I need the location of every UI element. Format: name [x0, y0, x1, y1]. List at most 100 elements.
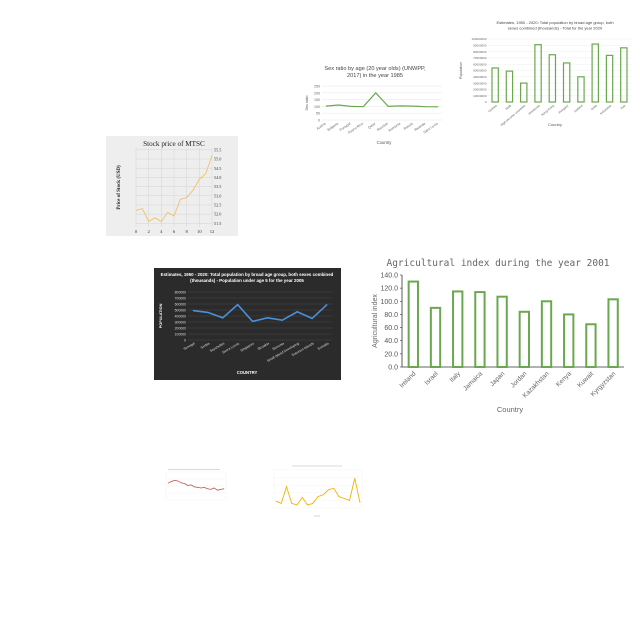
bar	[607, 298, 619, 368]
small-yellow-chart-svg	[273, 465, 363, 517]
y-tick-label: 80000000	[473, 50, 487, 54]
data-point	[211, 155, 213, 156]
data-point	[375, 92, 377, 94]
data-point	[349, 500, 350, 501]
data-point	[296, 311, 298, 313]
data-point	[338, 104, 339, 106]
y-tick-label: 100	[314, 105, 320, 109]
series-line	[192, 303, 328, 323]
y-tick-label: 52.0	[214, 212, 221, 217]
x-tick-label: Reunion	[376, 121, 389, 132]
y-tick-label: 0	[485, 100, 487, 104]
stock-price-chart: Stock price of MTSC 51.5 52.0 52.5 53.0 53.5 5…	[106, 136, 238, 236]
y-tick-label: 0	[184, 338, 186, 342]
data-point	[400, 105, 402, 107]
data-point	[220, 489, 221, 490]
bar	[474, 291, 486, 368]
y-tick-label: 60.0	[384, 325, 398, 332]
x-tick-label: Italy	[449, 370, 463, 384]
sex-ratio-chart: Sex ratio by age (20 year olds) (UNWPP, 2…	[300, 62, 450, 148]
data-point	[322, 494, 324, 495]
y-tick-label: 300000	[175, 320, 186, 324]
x-tick-label: Somalia	[317, 341, 330, 351]
y-tick-label: 80.0	[384, 312, 398, 319]
x-tick-label: 12	[210, 229, 215, 234]
under-age-5-chart: Estimates, 1950 - 2020: Total population…	[154, 268, 341, 380]
bar	[505, 70, 514, 103]
bar	[605, 54, 614, 103]
data-point	[307, 504, 308, 506]
y-axis-label: Population	[459, 62, 463, 79]
bar	[491, 67, 499, 103]
data-point	[210, 489, 212, 490]
data-point	[187, 485, 189, 486]
data-point	[173, 215, 175, 217]
small-red-chart	[158, 466, 230, 512]
y-tick-label: 53.5	[214, 184, 221, 189]
chart-title: Estimates, 1950 - 2020: Total population…	[161, 272, 334, 277]
data-point	[180, 482, 182, 484]
data-point	[177, 480, 179, 482]
agricultural-index-chart: Agricultural index during the year 2001 0…	[368, 252, 630, 424]
data-point	[167, 482, 169, 484]
data-point	[142, 208, 143, 209]
bar	[429, 306, 442, 368]
x-tick-label: Austria	[316, 121, 327, 130]
y-tick-label: 90000000	[473, 44, 487, 48]
data-point	[328, 489, 329, 491]
x-tick-label: Kenya	[555, 370, 573, 388]
bar	[407, 280, 419, 369]
y-tick-label: 10000000	[473, 94, 487, 98]
x-axis-label: Country	[548, 122, 562, 127]
bar	[591, 43, 599, 103]
y-tick-label: 250	[314, 85, 320, 89]
y-axis-label: Price of Stock (USD)	[117, 165, 122, 210]
x-tick-label: India	[590, 104, 598, 112]
y-tick-label: 100.0	[380, 299, 398, 306]
x-axis-label: COUNTRY	[237, 370, 258, 375]
agricultural-index-chart-svg: Agricultural index during the year 2001 0…	[372, 258, 624, 414]
x-tick-label: High-income countries	[500, 103, 527, 127]
data-point	[222, 317, 224, 319]
y-tick-label: 20.0	[384, 351, 398, 358]
y-tick-label: 400000	[175, 314, 186, 318]
x-tick-label: 0	[135, 229, 138, 234]
data-point	[275, 500, 277, 502]
x-tick-label: 6	[173, 229, 176, 234]
data-point	[184, 483, 185, 484]
data-point	[281, 319, 283, 321]
data-point	[161, 221, 162, 222]
data-point	[223, 488, 225, 490]
y-tick-label: 100000000	[471, 37, 486, 41]
y-tick-label: 40.0	[384, 338, 398, 345]
x-tick-label: Japan	[489, 370, 507, 388]
data-point	[425, 106, 426, 108]
y-tick-label: 200000	[175, 326, 186, 330]
x-tick-label: Romania	[388, 121, 402, 132]
data-point	[412, 105, 414, 107]
data-point	[301, 497, 303, 498]
y-tick-label: 52.5	[214, 203, 221, 208]
y-tick-label: 53.0	[214, 193, 221, 198]
data-point	[197, 487, 198, 488]
data-point	[154, 217, 156, 219]
bar	[548, 54, 557, 103]
data-point	[217, 489, 218, 491]
data-point	[387, 106, 389, 107]
stock-price-chart-svg: Stock price of MTSC 51.5 52.0 52.5 53.0 53.5 5…	[117, 140, 221, 234]
bar	[562, 62, 571, 103]
data-point	[362, 106, 364, 108]
total-population-chart: Estimates, 1950 - 2020: Total population…	[455, 18, 635, 133]
y-tick-label: 0	[318, 119, 320, 123]
bar	[452, 290, 464, 368]
data-point	[167, 212, 168, 213]
y-tick-label: 120.0	[380, 286, 398, 293]
data-point	[252, 321, 253, 322]
y-tick-label: 54.0	[214, 175, 221, 180]
bar	[496, 295, 508, 368]
x-axis-label: Country	[377, 140, 393, 145]
chart-title: sexes combined (thousands) - Total for t…	[508, 26, 603, 31]
total-population-chart-svg: Estimates, 1950 - 2020: Total population…	[459, 20, 631, 127]
y-tick-label: 800000	[175, 290, 186, 294]
x-tick-label: Hong Kong	[540, 104, 555, 117]
